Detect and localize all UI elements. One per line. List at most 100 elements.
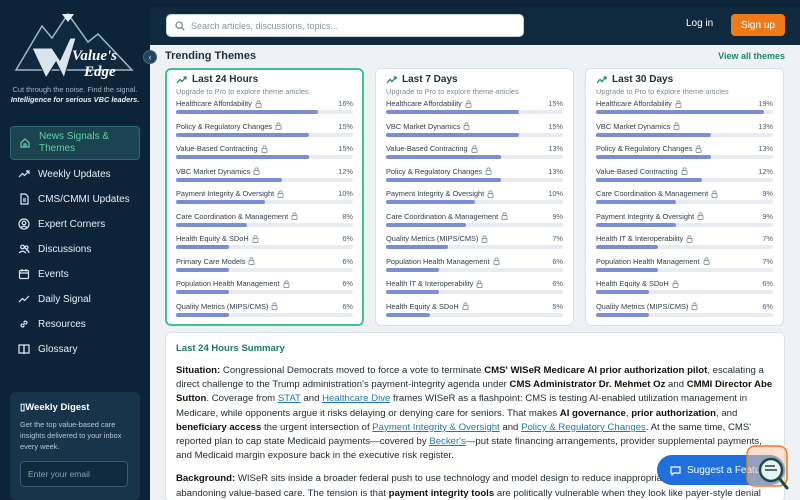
- nav-expert-corners[interactable]: Expert Corners: [10, 216, 140, 232]
- lock-icon: [463, 122, 470, 130]
- theme-row[interactable]: Healthcare Affordability 16%: [176, 97, 353, 120]
- theme-row[interactable]: Quality Metrics (MIPS/CMS) 6%: [596, 300, 773, 323]
- theme-row[interactable]: Care Coordination & Management 8%: [176, 210, 353, 233]
- upgrade-note: Upgrade to Pro to explore theme articles: [596, 87, 729, 96]
- nav-glossary[interactable]: Glossary: [10, 341, 140, 357]
- theme-bar-fill: [596, 177, 703, 182]
- theme-bar-fill: [596, 110, 765, 114]
- summary-title: Last 24 Hours Summary: [176, 343, 285, 354]
- nav-daily-signal-label: Daily Signal: [38, 293, 91, 305]
- theme-row[interactable]: VBC Market Dynamics 13%: [596, 120, 773, 143]
- theme-row[interactable]: Quality Metrics (MIPS/CMS) 7%: [386, 232, 563, 255]
- chevron-left-icon: ‹: [148, 52, 152, 62]
- theme-row[interactable]: Health Equity & SDoH 5%: [386, 300, 563, 323]
- theme-row[interactable]: Value-Based Contracting 12%: [596, 165, 773, 188]
- login-link[interactable]: Log in: [686, 18, 713, 29]
- nav-weekly-updates[interactable]: Weekly Updates: [10, 166, 140, 182]
- theme-row[interactable]: Health IT & Interoperability 7%: [596, 232, 773, 255]
- theme-card-24h[interactable]: Last 24 Hours Upgrade to Pro to explore t…: [165, 68, 364, 326]
- source-link[interactable]: Healthcare Dive: [322, 393, 390, 404]
- theme-row[interactable]: Payment Integrity & Oversight 10%: [386, 187, 563, 210]
- text-run: . Coverage from: [206, 393, 278, 405]
- theme-percent: 8%: [342, 211, 353, 221]
- lock-icon: [291, 212, 298, 220]
- theme-bar-track: [596, 200, 773, 204]
- user-icon: [18, 218, 30, 230]
- theme-label-text: Health Equity & SDoH: [596, 279, 669, 288]
- book-icon: [18, 343, 30, 355]
- theme-bar-fill: [176, 267, 230, 272]
- source-link[interactable]: Payment Integrity & Oversight: [372, 422, 499, 433]
- theme-row[interactable]: Population Health Management 6%: [386, 255, 563, 278]
- collapse-sidebar-button[interactable]: ‹: [143, 50, 157, 64]
- theme-row[interactable]: Health Equity & SDoH 6%: [176, 232, 353, 255]
- theme-label-text: Care Coordination & Management: [176, 211, 289, 221]
- source-link[interactable]: STAT: [278, 393, 301, 404]
- theme-bar-fill: [176, 155, 309, 159]
- summary-situation: Situation: Congressional Democrats moved…: [176, 364, 774, 463]
- theme-label: Healthcare Affordability: [176, 99, 262, 108]
- digest-email-input[interactable]: [20, 461, 128, 487]
- theme-label: VBC Market Dynamics: [386, 122, 470, 131]
- theme-row[interactable]: Value-Based Contracting 15%: [176, 142, 353, 165]
- theme-bar-fill: [176, 290, 230, 294]
- theme-row[interactable]: VBC Market Dynamics 12%: [176, 165, 353, 188]
- theme-bar-fill: [176, 177, 283, 182]
- nav-discussions[interactable]: Discussions: [10, 241, 140, 257]
- theme-label-text: Primary Care Models: [176, 256, 246, 266]
- signup-button[interactable]: Sign up: [731, 14, 785, 36]
- nav-events[interactable]: Events: [10, 266, 140, 282]
- theme-bar-track: [176, 155, 353, 159]
- theme-card-7d[interactable]: Last 7 Days Upgrade to Pro to explore the…: [375, 68, 574, 326]
- theme-bar-fill: [386, 267, 440, 272]
- theme-row[interactable]: VBC Market Dynamics 15%: [386, 120, 563, 143]
- nav-cms-cmmi[interactable]: CMS/CMMI Updates: [10, 191, 140, 207]
- search-input[interactable]: [191, 20, 511, 31]
- theme-row[interactable]: Population Health Management 7%: [596, 255, 773, 278]
- theme-row[interactable]: Healthcare Affordability 15%: [386, 97, 563, 120]
- theme-bar-fill: [386, 245, 448, 249]
- tagline: Cut through the noise. Find the signal. …: [4, 85, 146, 105]
- theme-bar-track: [386, 177, 563, 182]
- theme-row[interactable]: Healthcare Affordability 19%: [596, 97, 773, 120]
- theme-row[interactable]: Policy & Regulatory Changes 13%: [386, 165, 563, 188]
- theme-label: Policy & Regulatory Changes: [176, 122, 282, 131]
- nav-news-signals[interactable]: News Signals & Themes: [10, 126, 140, 160]
- nav-daily-signal[interactable]: Daily Signal: [10, 291, 140, 307]
- search-chat-fab[interactable]: [743, 444, 791, 494]
- theme-card-30d[interactable]: Last 30 Days Upgrade to Pro to explore th…: [585, 68, 784, 326]
- theme-label-text: Policy & Regulatory Changes: [386, 166, 483, 176]
- theme-row[interactable]: Policy & Regulatory Changes 13%: [596, 142, 773, 165]
- sidebar: Value's Edge Cut through the noise. Find…: [0, 0, 150, 500]
- theme-bar-track: [596, 222, 773, 227]
- source-link[interactable]: Policy & Regulatory Changes: [521, 422, 646, 433]
- lock-icon: [283, 279, 289, 288]
- view-all-themes-link[interactable]: View all themes: [718, 51, 785, 61]
- card-title: Last 30 Days: [596, 73, 773, 85]
- theme-row[interactable]: Payment Integrity & Oversight 10%: [176, 187, 353, 210]
- card-title: Last 7 Days: [386, 73, 563, 85]
- theme-bar-track: [386, 290, 563, 294]
- theme-row[interactable]: Care Coordination & Management 9%: [386, 210, 563, 233]
- source-link[interactable]: Becker's: [429, 436, 466, 447]
- emphasis: AI governance: [559, 407, 626, 419]
- theme-row[interactable]: Health Equity & SDoH 6%: [596, 277, 773, 300]
- theme-row[interactable]: Care Coordination & Management 9%: [596, 187, 773, 210]
- theme-percent: 7%: [762, 256, 773, 266]
- theme-label-text: Care Coordination & Management: [386, 211, 499, 221]
- nav-resources[interactable]: Resources: [10, 316, 140, 332]
- search-box[interactable]: [166, 14, 524, 37]
- brand-logo[interactable]: Value's Edge: [12, 8, 138, 82]
- theme-row[interactable]: Primary Care Models 6%: [176, 255, 353, 278]
- theme-bar-track: [596, 312, 773, 317]
- theme-bar-track: [386, 222, 563, 227]
- theme-row[interactable]: Population Health Management 6%: [176, 277, 353, 300]
- theme-row[interactable]: Payment Integrity & Oversight 9%: [596, 210, 773, 233]
- theme-label: Policy & Regulatory Changes: [596, 144, 702, 153]
- theme-row[interactable]: Quality Metrics (MIPS/CMS) 6%: [176, 300, 353, 323]
- lock-icon: [697, 212, 704, 220]
- theme-row[interactable]: Policy & Regulatory Changes 15%: [176, 120, 353, 143]
- theme-row[interactable]: Health IT & Interoperability 6%: [386, 277, 563, 300]
- theme-label-text: Healthcare Affordability: [596, 99, 672, 108]
- theme-row[interactable]: Value-Based Contracting 13%: [386, 142, 563, 165]
